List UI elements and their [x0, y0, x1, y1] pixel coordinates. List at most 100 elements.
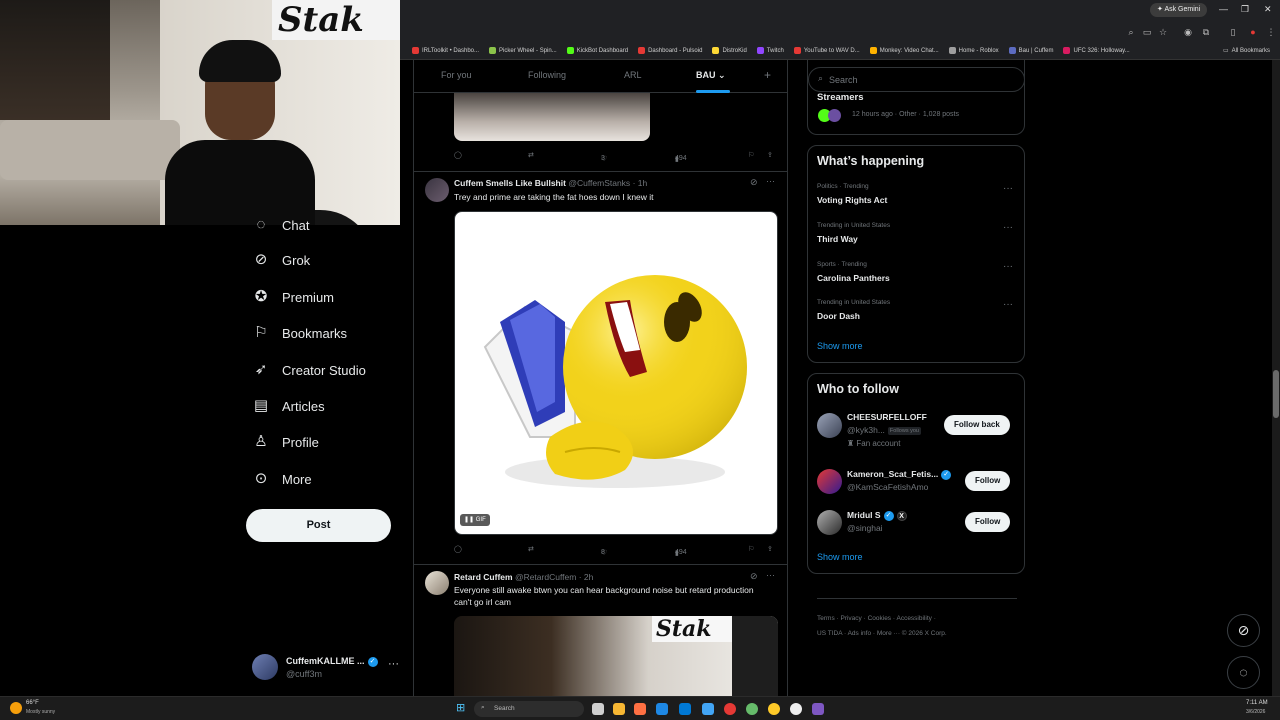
- avatar[interactable]: [425, 571, 449, 595]
- account-switcher[interactable]: CuffemKALLME ... ✓ @cuff3m ···: [252, 654, 402, 684]
- close-icon[interactable]: ✕: [1264, 4, 1272, 15]
- bookmark-item[interactable]: UFC 326: Holloway...: [1063, 47, 1130, 54]
- more-dots-icon[interactable]: ···: [766, 176, 775, 186]
- footer-link-accessibility[interactable]: Accessibility: [896, 615, 931, 622]
- nav-item-chat[interactable]: ◌ Chat: [252, 210, 310, 240]
- tab-bau[interactable]: BAU ⌄: [696, 70, 726, 81]
- weather-temperature[interactable]: 66°F: [26, 700, 39, 706]
- trend-item[interactable]: Politics · Trending Voting Rights Act ··…: [808, 182, 1024, 218]
- mail-icon[interactable]: [702, 703, 714, 715]
- file-explorer-icon[interactable]: [613, 703, 625, 715]
- trend-item[interactable]: Sports · Trending Carolina Panthers ···: [808, 260, 1024, 296]
- nav-item-grok[interactable]: ⊘ Grok: [252, 245, 310, 275]
- sidepanel-icon[interactable]: ▯: [1227, 26, 1239, 38]
- community-title[interactable]: Streamers: [817, 92, 863, 103]
- more-dots-icon[interactable]: ···: [1003, 222, 1013, 233]
- suggestion-name[interactable]: Kameron_Scat_Fetis...: [847, 469, 938, 479]
- profile-icon[interactable]: ●: [1247, 26, 1259, 38]
- grok-icon[interactable]: ⊘: [750, 177, 758, 188]
- minimize-icon[interactable]: —: [1219, 4, 1228, 14]
- bookmark-icon[interactable]: ⚐: [748, 545, 754, 553]
- repost-icon[interactable]: ⇄: [528, 545, 534, 553]
- avatar[interactable]: [817, 510, 842, 535]
- task-view-icon[interactable]: [592, 703, 604, 715]
- obs-icon[interactable]: [790, 703, 802, 715]
- reply-icon[interactable]: ◯: [454, 151, 462, 159]
- tweet-timestamp[interactable]: 1h: [638, 178, 647, 188]
- windows-start-icon[interactable]: ⊞: [456, 702, 469, 715]
- star-icon[interactable]: ☆: [1157, 26, 1169, 38]
- add-tab-icon[interactable]: +: [764, 68, 771, 82]
- show-more-link[interactable]: Show more: [817, 341, 863, 351]
- ask-gemini-button[interactable]: ✦ Ask Gemini: [1150, 3, 1208, 17]
- bookmark-item[interactable]: YouTube to WAV D...: [793, 47, 860, 54]
- tab-following[interactable]: Following: [528, 70, 566, 80]
- trend-item[interactable]: Trending in United States Third Way ···: [808, 221, 1024, 257]
- tweet-author-name[interactable]: Cuffem Smells Like Bullshit: [454, 178, 566, 188]
- nav-item-premium[interactable]: ✪ Premium: [252, 282, 334, 312]
- show-more-link[interactable]: Show more: [817, 552, 863, 562]
- share-icon[interactable]: ⇪: [767, 151, 773, 159]
- nav-item-articles[interactable]: ▤ Articles: [252, 391, 325, 421]
- tweet-timestamp[interactable]: 2h: [584, 572, 593, 582]
- clock-time[interactable]: 7:11 AM: [1246, 700, 1268, 706]
- nav-item-creator-studio[interactable]: ➶ Creator Studio: [252, 355, 366, 385]
- gif-badge[interactable]: ❚❚ GIF: [460, 514, 490, 526]
- weather-icon[interactable]: [10, 702, 22, 714]
- more-dots-icon[interactable]: ···: [388, 658, 399, 670]
- footer-link-privacy[interactable]: Privacy: [840, 615, 861, 622]
- tweet[interactable]: Retard Cuffem @RetardCuffem · 2h ⊘ ··· E…: [414, 565, 787, 615]
- app-icon[interactable]: [634, 703, 646, 715]
- bookmark-icon[interactable]: ⚐: [748, 151, 754, 159]
- footer-link-ads-info[interactable]: Ads info: [848, 630, 872, 637]
- extension-icon[interactable]: ◉: [1182, 26, 1194, 38]
- bookmark-item[interactable]: DistroKid: [712, 47, 747, 54]
- tweet-author-handle[interactable]: @RetardCuffem: [515, 572, 576, 582]
- tab-for-you[interactable]: For you: [441, 70, 472, 80]
- app-icon[interactable]: [746, 703, 758, 715]
- nav-item-more[interactable]: ⊙ More: [252, 464, 312, 494]
- nav-item-profile[interactable]: ♙ Profile: [252, 427, 319, 457]
- more-dots-icon[interactable]: ···: [766, 570, 775, 580]
- more-dots-icon[interactable]: ···: [1003, 183, 1013, 194]
- footer-link-terms[interactable]: Terms: [817, 615, 835, 622]
- repost-icon[interactable]: ⇄: [528, 151, 534, 159]
- footer-link-more[interactable]: More ···: [877, 630, 900, 637]
- grok-fab-icon[interactable]: ⊘: [1227, 614, 1260, 647]
- tweet-author-name[interactable]: Retard Cuffem: [454, 572, 513, 582]
- follow-back-button[interactable]: Follow back: [944, 415, 1010, 435]
- suggestion-name[interactable]: CHEESURFELLOFF: [847, 412, 927, 422]
- more-dots-icon[interactable]: ···: [1003, 299, 1013, 310]
- footer-link-cookies[interactable]: Cookies: [868, 615, 891, 622]
- zoom-icon[interactable]: ⌕: [1125, 26, 1137, 38]
- more-dots-icon[interactable]: ···: [1003, 261, 1013, 272]
- share-icon[interactable]: ⇪: [767, 545, 773, 553]
- bookmark-item[interactable]: KickBot Dashboard: [566, 47, 628, 54]
- follow-button[interactable]: Follow: [965, 471, 1011, 491]
- tweet-gif-media[interactable]: ❚❚ GIF: [454, 211, 778, 535]
- bookmark-item[interactable]: Twitch: [756, 47, 784, 54]
- follow-button[interactable]: Follow: [965, 512, 1011, 532]
- store-icon[interactable]: [679, 703, 691, 715]
- avatar[interactable]: [817, 413, 842, 438]
- avatar[interactable]: [425, 178, 449, 202]
- trend-item[interactable]: Trending in United States Door Dash ···: [808, 298, 1024, 334]
- bookmark-item[interactable]: IRLToolkit • Dashbo...: [412, 47, 479, 54]
- avatar[interactable]: [817, 469, 842, 494]
- chrome-icon[interactable]: [724, 703, 736, 715]
- scrollbar-thumb[interactable]: [1273, 370, 1279, 418]
- bookmark-item[interactable]: Picker Wheel - Spin...: [489, 47, 557, 54]
- taskbar-search-box[interactable]: ⌕ Search: [474, 701, 584, 717]
- suggestion-name[interactable]: Mridul S: [847, 510, 881, 520]
- puzzle-icon[interactable]: ⧉: [1200, 26, 1212, 38]
- kebab-menu-icon[interactable]: ⋮: [1265, 26, 1277, 38]
- bookmark-item[interactable]: Dashboard - Pulsoid: [638, 47, 702, 54]
- previous-tweet-media[interactable]: [454, 93, 650, 141]
- edge-icon[interactable]: [656, 703, 668, 715]
- bookmark-item[interactable]: Monkey: Video Chat...: [869, 47, 939, 54]
- follow-suggestion[interactable]: Kameron_Scat_Fetis... ✓ @KamScaFetishAmo …: [808, 466, 1024, 500]
- post-button[interactable]: Post: [246, 509, 391, 542]
- restore-icon[interactable]: ❐: [1241, 4, 1249, 15]
- tweet-author-handle[interactable]: @CuffemStanks: [568, 178, 630, 188]
- follow-suggestion[interactable]: Mridul S ✓ X @singhai Follow: [808, 507, 1024, 541]
